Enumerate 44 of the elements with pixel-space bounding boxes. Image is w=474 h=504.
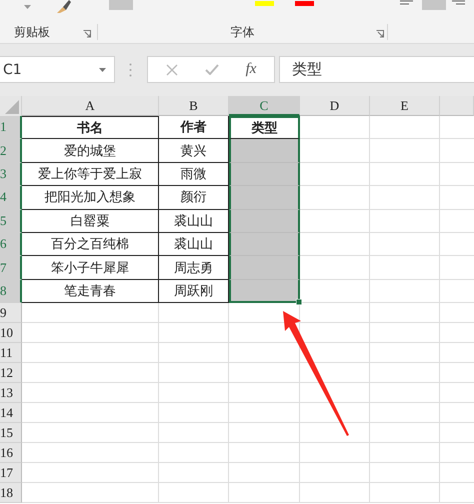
group-label: 剪贴板: [14, 24, 50, 40]
table-cell[interactable]: [229, 232, 300, 256]
row-header[interactable]: 11: [0, 343, 22, 364]
column-header[interactable]: C: [229, 96, 300, 116]
caret-icon[interactable]: [24, 5, 31, 9]
dialog-launcher-icon[interactable]: [376, 30, 384, 38]
table-cell[interactable]: [229, 256, 300, 280]
align-right-icon[interactable]: [452, 0, 465, 5]
font-color-icon[interactable]: [255, 1, 274, 6]
row-header[interactable]: 16: [0, 443, 22, 464]
cancel-icon[interactable]: [166, 64, 178, 76]
table-cell[interactable]: [229, 210, 300, 233]
formula-field[interactable]: 类型: [279, 56, 474, 83]
insert-function-button[interactable]: fx: [246, 61, 256, 78]
row-header[interactable]: 5: [0, 210, 22, 233]
table-cell[interactable]: [229, 280, 300, 304]
grip-icon[interactable]: [129, 63, 132, 77]
row-header[interactable]: 12: [0, 363, 22, 384]
check-icon[interactable]: [204, 64, 219, 75]
font-color-icon[interactable]: [295, 1, 314, 6]
row-header[interactable]: 4: [0, 186, 22, 210]
row-header[interactable]: 3: [0, 162, 22, 186]
row-header[interactable]: 13: [0, 383, 22, 404]
name-box[interactable]: C1: [0, 56, 115, 83]
table-cell[interactable]: 书名: [22, 116, 159, 140]
fill-handle[interactable]: [296, 299, 302, 305]
dialog-launcher-icon[interactable]: [83, 30, 91, 38]
table-cell[interactable]: [229, 186, 300, 210]
row-header[interactable]: 9: [0, 303, 22, 324]
table-cell[interactable]: [229, 139, 300, 163]
row-header[interactable]: 1: [0, 116, 22, 140]
row-header[interactable]: 6: [0, 232, 22, 256]
row-header[interactable]: 18: [0, 483, 22, 504]
group-label: 字体: [230, 24, 254, 40]
row-header[interactable]: 8: [0, 280, 22, 304]
align-left-icon[interactable]: [400, 0, 413, 5]
row-header[interactable]: 7: [0, 256, 22, 280]
row-header[interactable]: 14: [0, 403, 22, 424]
row-header[interactable]: 17: [0, 463, 22, 484]
row-header[interactable]: 15: [0, 423, 22, 444]
table-cell[interactable]: [229, 162, 300, 186]
column-header[interactable]: A: [22, 96, 159, 116]
row-header[interactable]: 2: [0, 139, 22, 163]
row-header[interactable]: 10: [0, 323, 22, 344]
